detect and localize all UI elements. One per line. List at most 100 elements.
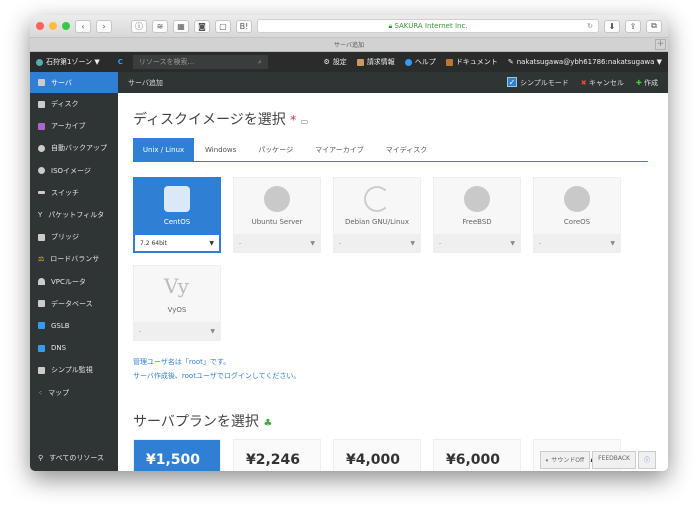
version-select[interactable]: - ▼ xyxy=(234,234,320,252)
sidebar-item-label: マップ xyxy=(48,388,70,397)
sidebar-item-simple-monitor[interactable]: シンプル監視 xyxy=(30,359,118,381)
sidebar-item-archive[interactable]: アーカイブ xyxy=(30,115,118,137)
lock-icon: 🔒︎ xyxy=(388,21,393,30)
sidebar-item-dns[interactable]: DNS xyxy=(30,337,118,359)
sidebar-item-server[interactable]: サーバ xyxy=(30,72,118,93)
version-select[interactable]: 7.2 64bit ▼ xyxy=(134,234,220,252)
browser-tab[interactable]: サーバ追加 + xyxy=(30,38,668,52)
info-button[interactable]: ⓘ xyxy=(637,451,656,469)
sidebar-item-packet-filter[interactable]: Y パケットフィルタ xyxy=(30,204,118,226)
help-label: ヘルプ xyxy=(414,58,436,66)
tab-unix-linux[interactable]: Unix / Linux xyxy=(133,138,194,161)
page-icon[interactable]: ▢ xyxy=(215,19,231,33)
database-icon xyxy=(38,300,45,308)
image-card-coreos[interactable]: CoreOS - ▼ xyxy=(533,177,621,253)
debian-logo-icon xyxy=(364,186,390,212)
image-card-vyos[interactable]: Vy VyOS - ▼ xyxy=(133,265,221,341)
docs-label: ドキュメント xyxy=(455,58,498,66)
download-icon[interactable]: ⬇ xyxy=(604,19,620,33)
plan-card[interactable]: ¥6,000 xyxy=(433,439,521,471)
sidebar-item-switch[interactable]: スイッチ xyxy=(30,182,118,204)
help-link[interactable]: ヘルプ xyxy=(404,57,436,67)
chevron-down-icon: ▼ xyxy=(510,239,515,247)
user-menu[interactable]: ✎ nakatsugawa@ybh61786:nakatsugawa ▼ xyxy=(508,58,662,66)
sidebar-item-label: DNS xyxy=(51,344,67,353)
plan-card[interactable]: ¥1,500 xyxy=(133,439,221,471)
image-name: FreeBSD xyxy=(462,218,492,226)
simple-mode-checkbox[interactable]: ✓ シンプルモード xyxy=(506,77,569,88)
sidebar-item-label: GSLB xyxy=(51,321,70,330)
cancel-button[interactable]: ✖ キャンセル xyxy=(581,78,624,88)
sidebar-item-map[interactable]: ⁖ マップ xyxy=(30,381,118,403)
minimize-window-button[interactable] xyxy=(49,22,57,30)
version-select[interactable]: - ▼ xyxy=(434,234,520,252)
image-card-debian[interactable]: Debian GNU/Linux - ▼ xyxy=(333,177,421,253)
feedback-bar: 🔈︎ サウンドOff FEEDBACK ⓘ xyxy=(539,451,656,469)
image-card-freebsd[interactable]: FreeBSD - ▼ xyxy=(433,177,521,253)
sound-label: サウンドOff xyxy=(551,457,585,464)
sound-toggle[interactable]: 🔈︎ サウンドOff xyxy=(539,451,591,469)
hatena-bookmark-button[interactable]: B! xyxy=(236,19,252,33)
settings-link[interactable]: ⚙ 設定 xyxy=(324,57,347,67)
disk-title-text: ディスクイメージを選択 xyxy=(133,112,286,128)
feedback-button[interactable]: FEEDBACK xyxy=(592,451,636,469)
sidebar-item-label: すべてのリソース xyxy=(49,454,105,462)
reload-icon[interactable]: ↻ xyxy=(587,22,593,30)
docs-link[interactable]: ドキュメント xyxy=(445,57,498,67)
sidebar-item-label: シンプル監視 xyxy=(51,366,93,375)
share-icon[interactable]: ⇪ xyxy=(625,19,641,33)
subheader: サーバ サーバ追加 ✓ シンプルモード ✖ キャンセル ✚ 作成 xyxy=(30,72,668,93)
dns-icon xyxy=(38,344,45,352)
help-icon xyxy=(404,58,412,66)
speaker-icon: 🔈︎ xyxy=(545,457,550,464)
zoom-window-button[interactable] xyxy=(62,22,70,30)
sidebar-item-database[interactable]: データベース xyxy=(30,293,118,315)
address-bar[interactable]: 🔒︎ SAKURA Internet Inc. ↻ xyxy=(257,19,599,33)
tab-my-archive[interactable]: マイアーカイブ xyxy=(304,138,375,161)
ubuntu-logo-icon xyxy=(264,186,290,212)
back-button[interactable]: ‹ xyxy=(75,19,91,33)
create-button[interactable]: ✚ 作成 xyxy=(636,78,658,88)
zone-selector[interactable]: 石狩第1ゾーン ▼ xyxy=(36,57,100,67)
forward-button[interactable]: › xyxy=(96,19,112,33)
sidebar-item-auto-backup[interactable]: 自動バックアップ xyxy=(30,137,118,159)
tab-package[interactable]: パッケージ xyxy=(247,138,304,161)
refresh-icon[interactable]: C xyxy=(118,58,123,66)
tab-windows[interactable]: Windows xyxy=(194,138,247,161)
sidebar-item-bridge[interactable]: ブリッジ xyxy=(30,226,118,248)
sidebar-item-iso[interactable]: ISOイメージ xyxy=(30,160,118,182)
search-input[interactable]: リソースを検索... ⌕ xyxy=(132,55,268,69)
disk-section-title: ディスクイメージを選択 * ▭ xyxy=(133,109,308,129)
new-tab-button[interactable]: + xyxy=(655,39,666,50)
create-label: 作成 xyxy=(644,78,658,87)
plan-card[interactable]: ¥2,246 xyxy=(233,439,321,471)
disk-icon: ▭ xyxy=(300,117,309,126)
image-card-centos[interactable]: CentOS 7.2 64bit ▼ xyxy=(133,177,221,253)
tab-my-disk[interactable]: マイディスク xyxy=(375,138,439,161)
sidebar-item-gslb[interactable]: GSLB xyxy=(30,315,118,337)
sidebar-item-all-resources[interactable]: ⚲ すべてのリソース xyxy=(38,453,104,463)
billing-icon xyxy=(356,58,364,66)
filter-icon: Y xyxy=(38,211,43,220)
close-window-button[interactable] xyxy=(36,22,44,30)
sidebar-item-load-balancer[interactable]: ⚖ ロードバランサ xyxy=(30,248,118,270)
image-name: Debian GNU/Linux xyxy=(344,218,410,226)
cancel-icon: ✖ xyxy=(580,78,587,87)
chevron-down-icon: ▼ xyxy=(410,239,415,247)
version-select[interactable]: - ▼ xyxy=(334,234,420,252)
sidebar-item-disk[interactable]: ディスク xyxy=(30,93,118,115)
camera-icon[interactable]: ◙ xyxy=(194,19,210,33)
layers-icon[interactable]: ≋ xyxy=(152,19,168,33)
extension-icon[interactable]: ⓘ xyxy=(131,19,147,33)
sidebar-item-label: スイッチ xyxy=(51,188,79,197)
plan-card[interactable]: ¥4,000 xyxy=(333,439,421,471)
version-select[interactable]: - ▼ xyxy=(534,234,620,252)
sidebar-item-label: ロードバランサ xyxy=(50,255,100,264)
version-select[interactable]: - ▼ xyxy=(134,322,220,340)
store-icon[interactable]: ▦ xyxy=(173,19,189,33)
image-card-ubuntu[interactable]: Ubuntu Server - ▼ xyxy=(233,177,321,253)
tabs-icon[interactable]: ⧉ xyxy=(646,19,662,33)
search-icon: ⚲ xyxy=(38,454,44,462)
sidebar-item-vpc-router[interactable]: VPCルータ xyxy=(30,271,118,293)
billing-link[interactable]: 請求情報 xyxy=(356,57,395,67)
